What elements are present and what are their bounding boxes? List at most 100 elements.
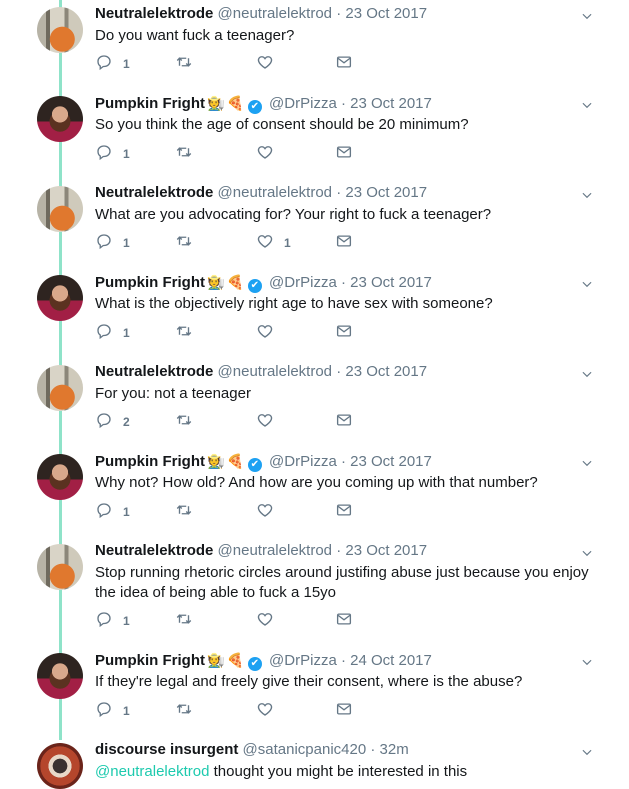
direct-message-button[interactable] — [335, 502, 353, 522]
direct-message-button[interactable] — [335, 611, 353, 631]
reply-button[interactable]: 1 — [95, 233, 130, 253]
retweet-button[interactable] — [175, 233, 193, 253]
tweet-timestamp[interactable]: 23 Oct 2017 — [345, 542, 427, 559]
tweet-actions: 2 — [95, 412, 375, 432]
like-button[interactable] — [256, 144, 284, 164]
tweet[interactable]: Neutralelektrode @neutralelektrod · 23 O… — [0, 0, 629, 89]
retweet-button[interactable] — [175, 611, 193, 631]
direct-message-button[interactable] — [335, 54, 353, 74]
tweet-header: Neutralelektrode @neutralelektrod · 23 O… — [95, 363, 427, 381]
user-handle[interactable]: @DrPizza — [269, 274, 337, 291]
user-handle[interactable]: @neutralelektrod — [218, 363, 332, 380]
avatar[interactable] — [37, 743, 83, 789]
tweet-timestamp[interactable]: 23 Oct 2017 — [350, 274, 432, 291]
reply-button[interactable]: 2 — [95, 412, 130, 432]
direct-message-button[interactable] — [335, 144, 353, 164]
direct-message-button[interactable] — [335, 701, 353, 721]
tweet[interactable]: Pumpkin Fright 🧑‍🌾 🍕 ✔ @DrPizza · 23 Oct 20… — [0, 268, 629, 358]
tweet-timestamp[interactable]: 23 Oct 2017 — [345, 184, 427, 201]
tweet[interactable]: Pumpkin Fright 🧑‍🌾 🍕 ✔ @DrPizza · 24 Oct 20… — [0, 646, 629, 736]
retweet-button[interactable] — [175, 701, 193, 721]
display-name[interactable]: Pumpkin Fright — [95, 453, 205, 470]
tweet-header: Pumpkin Fright 🧑‍🌾 🍕 ✔ @DrPizza · 23 Oct 20… — [95, 452, 432, 472]
envelope-icon — [335, 322, 353, 345]
tweet[interactable]: Pumpkin Fright 🧑‍🌾 🍕 ✔ @DrPizza · 23 Oct 20… — [0, 447, 629, 537]
tweet[interactable]: Neutralelektrode @neutralelektrod · 23 O… — [0, 537, 629, 646]
display-name[interactable]: Pumpkin Fright — [95, 95, 205, 112]
chevron-down-icon[interactable] — [580, 546, 594, 560]
like-button[interactable] — [256, 611, 284, 631]
retweet-icon — [175, 501, 193, 524]
like-button[interactable]: 1 — [256, 233, 291, 253]
user-handle[interactable]: @DrPizza — [269, 453, 337, 470]
verified-badge-icon: ✔ — [247, 657, 262, 671]
retweet-button[interactable] — [175, 323, 193, 343]
separator: · — [340, 274, 346, 291]
tweet[interactable]: Neutralelektrode @neutralelektrod · 23 O… — [0, 179, 629, 268]
chevron-down-icon[interactable] — [580, 98, 594, 112]
display-name[interactable]: Neutralelektrode — [95, 184, 213, 201]
reply-icon — [95, 411, 113, 434]
avatar[interactable] — [37, 454, 83, 500]
tweet-timestamp[interactable]: 23 Oct 2017 — [350, 453, 432, 470]
reply-button[interactable]: 1 — [95, 54, 130, 74]
separator: · — [336, 5, 342, 22]
chevron-down-icon[interactable] — [580, 188, 594, 202]
tweet-timestamp[interactable]: 24 Oct 2017 — [350, 652, 432, 669]
display-name[interactable]: discourse insurgent — [95, 741, 238, 758]
display-name[interactable]: Pumpkin Fright — [95, 274, 205, 291]
tweet-text: If they're legal and freely give their c… — [95, 672, 595, 692]
reply-button[interactable]: 1 — [95, 323, 130, 343]
direct-message-button[interactable] — [335, 412, 353, 432]
retweet-button[interactable] — [175, 144, 193, 164]
avatar[interactable] — [37, 7, 83, 53]
avatar[interactable] — [37, 96, 83, 142]
direct-message-button[interactable] — [335, 233, 353, 253]
avatar[interactable] — [37, 653, 83, 699]
display-name[interactable]: Neutralelektrode — [95, 5, 213, 22]
heart-icon — [256, 53, 274, 76]
chevron-down-icon[interactable] — [580, 655, 594, 669]
like-button[interactable] — [256, 323, 284, 343]
chevron-down-icon[interactable] — [580, 745, 594, 759]
tweet-timestamp[interactable]: 23 Oct 2017 — [345, 363, 427, 380]
like-button[interactable] — [256, 701, 284, 721]
tweet[interactable]: Neutralelektrode @neutralelektrod · 23 O… — [0, 358, 629, 447]
avatar[interactable] — [37, 275, 83, 321]
retweet-button[interactable] — [175, 412, 193, 432]
retweet-button[interactable] — [175, 54, 193, 74]
reply-button[interactable]: 1 — [95, 701, 130, 721]
like-button[interactable] — [256, 502, 284, 522]
user-handle[interactable]: @neutralelektrod — [218, 184, 332, 201]
user-handle[interactable]: @neutralelektrod — [218, 5, 332, 22]
like-button[interactable] — [256, 412, 284, 432]
avatar[interactable] — [37, 186, 83, 232]
tweet-timestamp[interactable]: 23 Oct 2017 — [345, 5, 427, 22]
mention-link[interactable]: @neutralelektrod — [95, 763, 209, 780]
chevron-down-icon[interactable] — [580, 456, 594, 470]
display-name[interactable]: Neutralelektrode — [95, 363, 213, 380]
display-name[interactable]: Neutralelektrode — [95, 542, 213, 559]
like-button[interactable] — [256, 54, 284, 74]
tweet-timestamp[interactable]: 32m — [380, 741, 409, 758]
reply-button[interactable]: 1 — [95, 144, 130, 164]
user-handle[interactable]: @satanicpanic420 — [243, 741, 367, 758]
display-name[interactable]: Pumpkin Fright — [95, 652, 205, 669]
chevron-down-icon[interactable] — [580, 367, 594, 381]
user-handle[interactable]: @DrPizza — [269, 95, 337, 112]
user-handle[interactable]: @DrPizza — [269, 652, 337, 669]
avatar[interactable] — [37, 544, 83, 590]
reply-icon — [95, 501, 113, 524]
user-handle[interactable]: @neutralelektrod — [218, 542, 332, 559]
direct-message-button[interactable] — [335, 323, 353, 343]
avatar[interactable] — [37, 365, 83, 411]
retweet-button[interactable] — [175, 502, 193, 522]
chevron-down-icon[interactable] — [580, 277, 594, 291]
tweet[interactable]: Pumpkin Fright 🧑‍🌾 🍕 ✔ @DrPizza · 23 Oct 20… — [0, 89, 629, 179]
tweet-actions: 1 — [95, 502, 375, 522]
tweet-timestamp[interactable]: 23 Oct 2017 — [350, 95, 432, 112]
chevron-down-icon[interactable] — [580, 9, 594, 23]
tweet[interactable]: discourse insurgent @satanicpanic420 · 3… — [0, 736, 629, 789]
reply-button[interactable]: 1 — [95, 611, 130, 631]
reply-button[interactable]: 1 — [95, 502, 130, 522]
